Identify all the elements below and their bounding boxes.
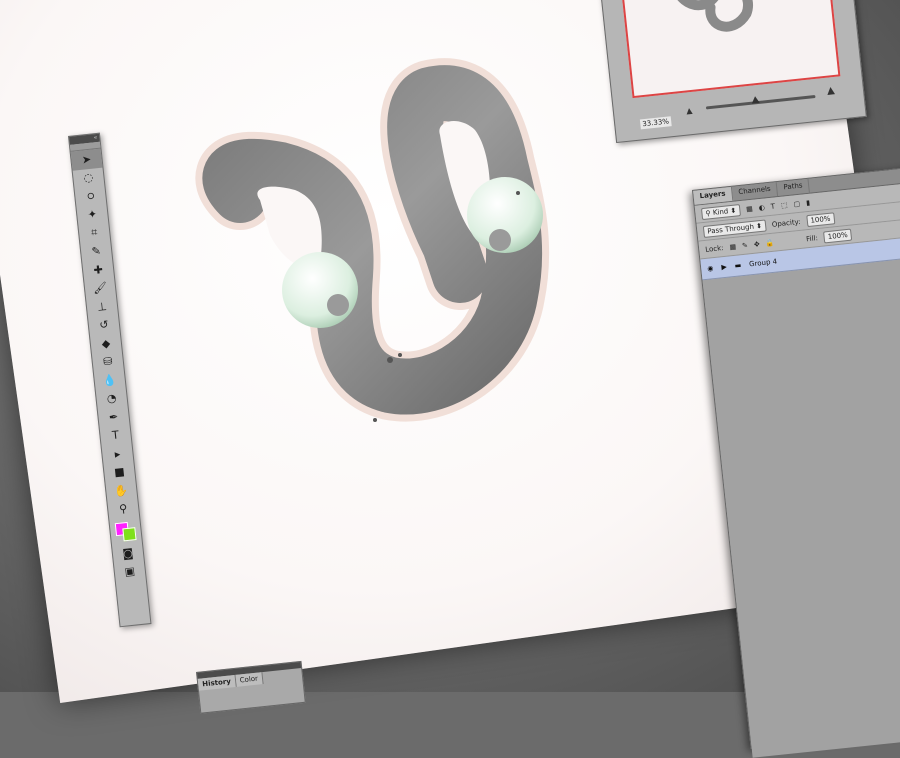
navigator-thumbnail: [671, 0, 753, 32]
tab-history[interactable]: History: [197, 674, 237, 691]
zoom-in-icon[interactable]: ▲: [826, 85, 835, 97]
screen-mode-icon[interactable]: ▣: [114, 561, 146, 583]
filter-shape-icon[interactable]: ⬚: [781, 201, 788, 210]
filter-kind-label: Kind: [712, 206, 729, 217]
lock-label: Lock:: [704, 243, 724, 254]
filter-kind-select[interactable]: ⚲ Kind ⬍: [700, 203, 741, 220]
fill-label: Fill:: [805, 233, 819, 243]
artwork-creature: [195, 58, 600, 505]
filter-toggle-icon[interactable]: ▮: [806, 198, 811, 206]
zoom-field[interactable]: 33.33%: [639, 116, 672, 130]
opacity-label: Opacity:: [771, 217, 801, 229]
lock-all-icon[interactable]: 🔒: [765, 238, 775, 247]
folder-icon: ▬: [734, 261, 742, 270]
navigator-preview[interactable]: [620, 0, 841, 99]
zoom-slider-thumb[interactable]: [751, 95, 760, 104]
disclosure-triangle-icon[interactable]: ▶: [721, 263, 727, 272]
lock-transparent-icon[interactable]: ▦: [729, 242, 736, 251]
filter-type-icon[interactable]: T: [770, 202, 775, 210]
layers-panel: Layers Channels Paths ⚲ Kind ⬍ ▦ ◐ T ⬚ ▢…: [692, 162, 900, 758]
layers-list-empty-area[interactable]: [702, 253, 900, 758]
layer-name: Group 4: [748, 257, 778, 269]
color-swatches: [109, 517, 142, 546]
filter-pixel-icon[interactable]: ▦: [746, 204, 753, 213]
fill-field[interactable]: 100%: [823, 228, 853, 243]
tab-color[interactable]: Color: [235, 672, 264, 687]
blend-mode-label: Pass Through: [706, 222, 755, 236]
zoom-slider[interactable]: [705, 94, 816, 110]
photoshop-workspace: « ➤ ◌ ഠ ✦ ⌗ ✎ ✚ 🖌 ⊥ ↺ ◆ ⛁ 💧 ◔ ✒ T ▸ ■ ✋ ⚲ ◙ ▣ ▲ ▲ 33.33% La…: [0, 0, 900, 758]
filter-adjustment-icon[interactable]: ◐: [758, 203, 765, 212]
background-color-swatch[interactable]: [122, 527, 137, 542]
lock-brush-icon[interactable]: ✎: [742, 241, 749, 250]
filter-smart-object-icon[interactable]: ▢: [793, 199, 800, 208]
zoom-out-icon[interactable]: ▲: [686, 106, 693, 116]
eye-icon[interactable]: ◉: [707, 264, 714, 273]
opacity-field[interactable]: 100%: [805, 211, 835, 227]
lock-move-icon[interactable]: ✥: [753, 240, 760, 249]
left-eye: [282, 252, 358, 328]
